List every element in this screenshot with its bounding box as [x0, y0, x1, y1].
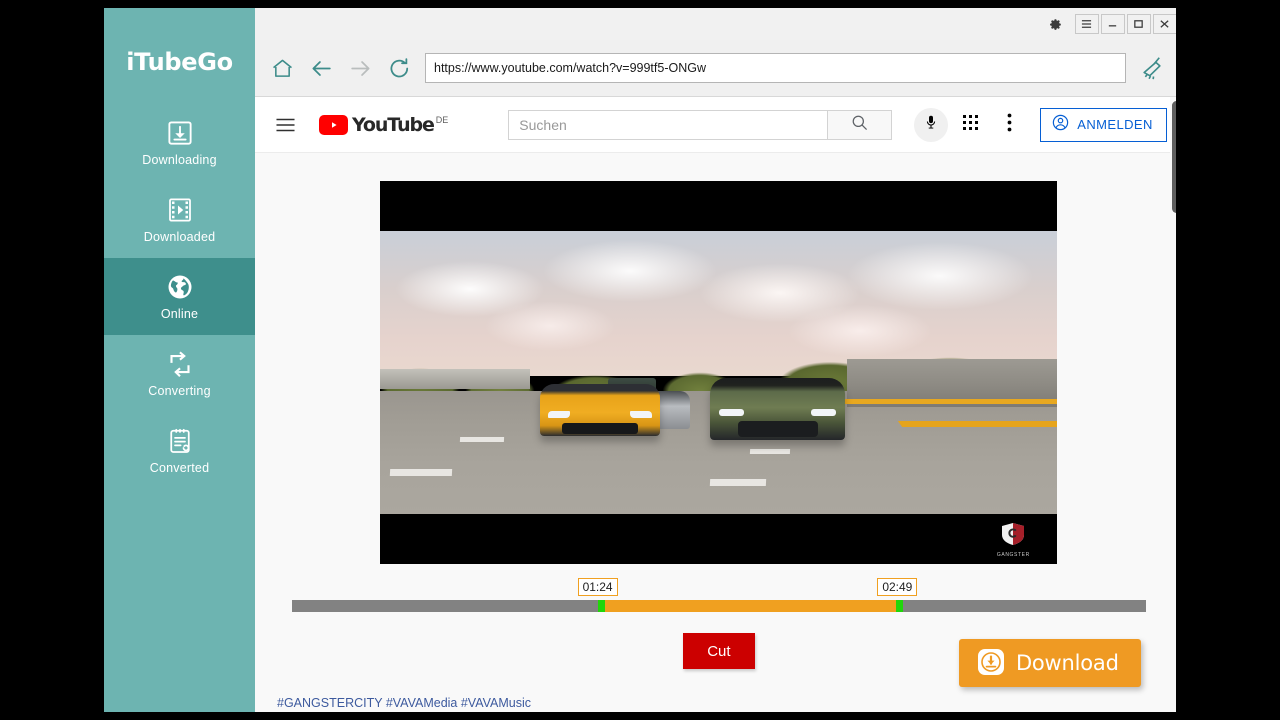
sidebar-item-downloading[interactable]: Downloading — [104, 104, 255, 181]
download-box-icon — [165, 118, 195, 148]
vertical-dots-icon — [1007, 113, 1012, 137]
youtube-header: YouTube DE — [255, 97, 1176, 153]
maximize-button[interactable] — [1127, 14, 1151, 34]
sidebar-item-online[interactable]: Online — [104, 258, 255, 335]
home-icon[interactable] — [269, 55, 295, 81]
search-button[interactable] — [828, 110, 892, 140]
time-label-row: 01:24 02:49 — [292, 578, 1146, 598]
trim-handle-start[interactable] — [598, 600, 605, 612]
youtube-search — [508, 110, 892, 140]
minimize-button[interactable] — [1101, 14, 1125, 34]
app-logo: iTubeGo — [104, 48, 255, 76]
green-sports-car — [710, 378, 845, 440]
broom-clean-icon[interactable] — [1139, 53, 1169, 83]
youtube-wordmark: YouTube — [352, 115, 434, 135]
sidebar-item-label: Converted — [150, 461, 209, 475]
download-circle-icon — [977, 648, 1005, 679]
sidebar-item-label: Downloading — [142, 153, 216, 167]
youtube-play-icon — [319, 115, 348, 135]
sidebar: iTubeGo Downloading — [104, 8, 255, 712]
sidebar-item-converted[interactable]: Converted — [104, 412, 255, 489]
sidebar-item-converting[interactable]: Converting — [104, 335, 255, 412]
browser-toolbar — [255, 40, 1176, 97]
lane-line-yellow — [809, 399, 1057, 404]
sidebar-item-label: Online — [161, 307, 198, 321]
url-input[interactable] — [425, 53, 1126, 83]
document-refresh-icon — [165, 426, 195, 456]
embedded-browser-view: YouTube DE — [255, 97, 1176, 712]
voice-search-button[interactable] — [914, 108, 948, 142]
video-hashtags[interactable]: #GANGSTERCITY #VAVAMedia #VAVAMusic — [277, 696, 531, 710]
video-frame — [380, 231, 1057, 514]
sidebar-nav: Downloading — [104, 104, 255, 489]
cut-button[interactable]: Cut — [683, 633, 755, 669]
sidebar-item-label: Downloaded — [144, 230, 216, 244]
video-player[interactable]: GANGSTER — [380, 181, 1057, 564]
itubego-window: iTubeGo Downloading — [104, 8, 1176, 712]
download-button[interactable]: Download — [959, 639, 1141, 687]
lane-dash — [460, 437, 504, 442]
end-time-label[interactable]: 02:49 — [877, 578, 917, 596]
reload-icon[interactable] — [386, 55, 412, 81]
orange-sports-car — [540, 384, 660, 436]
sign-in-button[interactable]: ANMELDEN — [1040, 108, 1166, 142]
grid-apps-icon — [963, 115, 978, 135]
youtube-logo[interactable]: YouTube DE — [319, 115, 448, 135]
sidebar-item-downloaded[interactable]: Downloaded — [104, 181, 255, 258]
youtube-country-code: DE — [436, 115, 449, 125]
page-scrollbar-thumb[interactable] — [1172, 101, 1176, 213]
youtube-more-button[interactable] — [992, 108, 1026, 142]
back-arrow-icon[interactable] — [308, 55, 334, 81]
lane-line-yellow-2 — [898, 421, 1057, 427]
watermark-text: GANGSTER — [991, 552, 1035, 558]
search-input[interactable] — [508, 110, 828, 140]
settings-gear-icon[interactable] — [1045, 13, 1067, 35]
trim-handle-end[interactable] — [896, 600, 903, 612]
forward-arrow-icon[interactable] — [347, 55, 373, 81]
lane-dash — [710, 479, 766, 486]
lane-dash — [750, 449, 790, 454]
action-buttons-row: Cut Download — [255, 627, 1176, 689]
globe-icon — [165, 272, 195, 302]
main-pane: YouTube DE — [255, 8, 1176, 712]
convert-arrows-icon — [165, 349, 195, 379]
film-strip-icon — [165, 195, 195, 225]
microphone-icon — [923, 114, 939, 135]
search-icon — [850, 113, 869, 137]
start-time-label[interactable]: 01:24 — [578, 578, 618, 596]
window-title-bar — [255, 8, 1176, 40]
sign-in-label: ANMELDEN — [1077, 117, 1152, 132]
window-menu-button[interactable] — [1075, 14, 1099, 34]
timeline-selection[interactable] — [598, 600, 904, 612]
video-watermark: GANGSTER — [991, 522, 1035, 558]
close-button[interactable] — [1153, 14, 1176, 34]
youtube-menu-icon[interactable] — [273, 113, 297, 137]
video-section: GANGSTER — [255, 153, 1176, 564]
sidebar-item-label: Converting — [148, 384, 210, 398]
page-scrollbar-track[interactable] — [1170, 97, 1176, 712]
download-label: Download — [1016, 651, 1119, 675]
guardrail-left — [380, 369, 530, 389]
youtube-apps-button[interactable] — [953, 108, 987, 142]
lane-dash — [390, 469, 452, 476]
account-circle-icon — [1051, 113, 1070, 137]
timeline-track-row[interactable] — [292, 600, 1146, 612]
trim-timeline: 01:24 02:49 — [255, 564, 1176, 612]
